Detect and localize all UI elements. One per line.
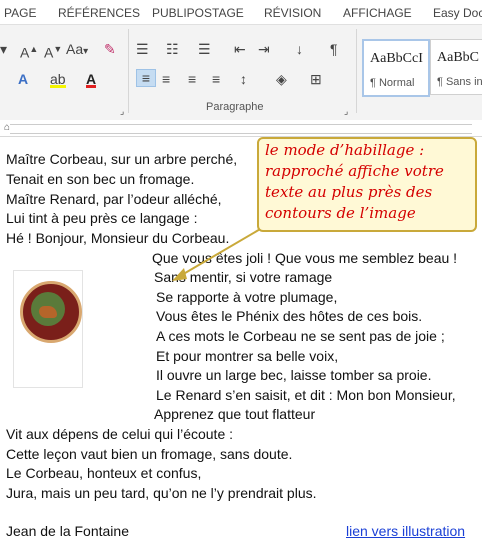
poem-line: Le Renard s’en saisit, et dit : Mon bon … (156, 387, 456, 403)
tab-affichage[interactable]: AFFICHAGE (343, 6, 412, 20)
cheese-label-image (20, 281, 82, 343)
callout-line: rapproché affiche votre (265, 162, 444, 180)
line-spacing-icon[interactable]: ↕ (240, 71, 247, 87)
paragraph-dialog-launcher-icon[interactable]: ⌟ (344, 103, 348, 119)
style-no-spacing-sample: AaBbC (437, 50, 479, 65)
chevron-down-icon: ▾ (83, 46, 89, 57)
numbering-icon[interactable]: ☷ (166, 41, 179, 57)
poem-line: Il ouvre un large bec, laisse tomber sa … (156, 367, 432, 383)
poem-line: Vit aux dépens de celui qui l’écoute : (6, 426, 234, 442)
tab-revision[interactable]: RÉVISION (264, 6, 321, 20)
styles-gallery: AaBbCcI ¶ Normal AaBbC ¶ Sans in (360, 31, 482, 115)
group-separator (128, 29, 129, 113)
horizontal-ruler[interactable]: ⌂ (0, 120, 482, 137)
indent-marker-icon[interactable]: ⌂ (4, 122, 10, 133)
align-center-icon[interactable]: ≡ (162, 71, 170, 87)
style-no-spacing[interactable]: AaBbC ¶ Sans in (430, 39, 482, 95)
style-normal[interactable]: AaBbCcI ¶ Normal (362, 39, 430, 97)
annotation-callout: le mode d’habillage : rapproché affiche … (257, 137, 477, 232)
pilcrow-label: ¶ (330, 41, 338, 57)
show-formatting-icon[interactable]: ¶ (330, 41, 338, 57)
font-color-icon[interactable]: A (86, 71, 97, 88)
inserted-cheese-label-image[interactable] (13, 270, 83, 388)
justify-icon[interactable]: ≡ (212, 71, 220, 87)
list-dropdown-icon[interactable]: ▾ (0, 41, 7, 57)
style-normal-name: ¶ Normal (370, 77, 415, 89)
poem-line: Jura, mais un peu tard, qu’on ne l’y pre… (6, 485, 317, 501)
illustration-link[interactable]: lien vers illustration (346, 523, 465, 539)
fox-image (39, 306, 57, 318)
ruler-scale (10, 124, 472, 134)
poem-line: Sans mentir, si votre ramage (154, 269, 333, 285)
increase-indent-icon[interactable]: ⇥ (258, 41, 270, 57)
poem-line: Maître Corbeau, sur un arbre perché, (6, 151, 238, 167)
highlight-icon[interactable]: ab (50, 71, 66, 88)
align-left-icon[interactable]: ≡ (136, 69, 156, 87)
tab-references[interactable]: RÉFÉRENCES (58, 6, 140, 20)
multilevel-list-icon[interactable]: ☰ (198, 41, 211, 57)
shading-icon[interactable]: ◈ (276, 71, 287, 87)
callout-line: contours de l’image (265, 204, 416, 222)
ribbon-tab-bar: PAGE RÉFÉRENCES PUBLIPOSTAGE RÉVISION AF… (0, 0, 482, 24)
align-right-icon[interactable]: ≡ (188, 71, 196, 87)
poem-line: Maître Renard, par l’odeur alléché, (6, 191, 222, 207)
text-effects-icon[interactable]: A (18, 71, 28, 87)
poem-line: Lui tint à peu près ce langage : (6, 210, 198, 226)
clear-format-icon[interactable]: ✎ (104, 41, 116, 57)
group-separator (356, 29, 357, 113)
callout-line: le mode d’habillage : (265, 141, 425, 159)
style-normal-sample: AaBbCcI (370, 51, 423, 66)
poem-line: Le Corbeau, honteux et confus, (6, 465, 202, 481)
change-case-button[interactable]: Aa▾ (66, 41, 88, 60)
change-case-label: Aa (66, 41, 84, 57)
poem-line: Cette leçon vaut bien un fromage, sans d… (6, 446, 293, 462)
font-dialog-launcher-icon[interactable]: ⌟ (120, 103, 124, 119)
poem-line: Tenait en son bec un fromage. (6, 171, 195, 187)
style-no-spacing-name: ¶ Sans in (437, 76, 482, 88)
tab-page[interactable]: PAGE (4, 6, 36, 20)
poem-line: Que vous êtes joli ! Que vous me semblez… (152, 250, 458, 266)
poem-line: Et pour montrer sa belle voix, (156, 348, 339, 364)
bullets-icon[interactable]: ☰ (136, 41, 149, 57)
paragraph-group-label: Paragraphe (206, 101, 264, 113)
poem-line: Se rapporte à votre plumage, (156, 289, 338, 305)
tab-easy-doc[interactable]: Easy Doc (433, 6, 482, 20)
ribbon: ▾ A▲ A▼ Aa▾ ✎ A ab A ⌟ ☰ ☷ ☰ ⇤ ⇥ ↓ ¶ ≡ ≡… (0, 24, 482, 122)
borders-icon[interactable]: ⊞ (310, 71, 322, 87)
callout-line: texte au plus près des (265, 183, 433, 201)
poem-line: Vous êtes le Phénix des hôtes de ces boi… (156, 308, 423, 324)
poem-line: A ces mots le Corbeau ne se sent pas de … (156, 328, 445, 344)
decrease-indent-icon[interactable]: ⇤ (234, 41, 246, 57)
author-line: Jean de la Fontaine (6, 523, 129, 539)
tab-publipostage[interactable]: PUBLIPOSTAGE (152, 6, 244, 20)
font-grow-icon[interactable]: A▲ (20, 41, 38, 61)
font-shrink-icon[interactable]: A▼ (44, 41, 62, 61)
sort-icon[interactable]: ↓ (296, 41, 303, 57)
poem-line: Hé ! Bonjour, Monsieur du Corbeau. (6, 230, 230, 246)
poem-line: Apprenez que tout flatteur (154, 406, 316, 422)
